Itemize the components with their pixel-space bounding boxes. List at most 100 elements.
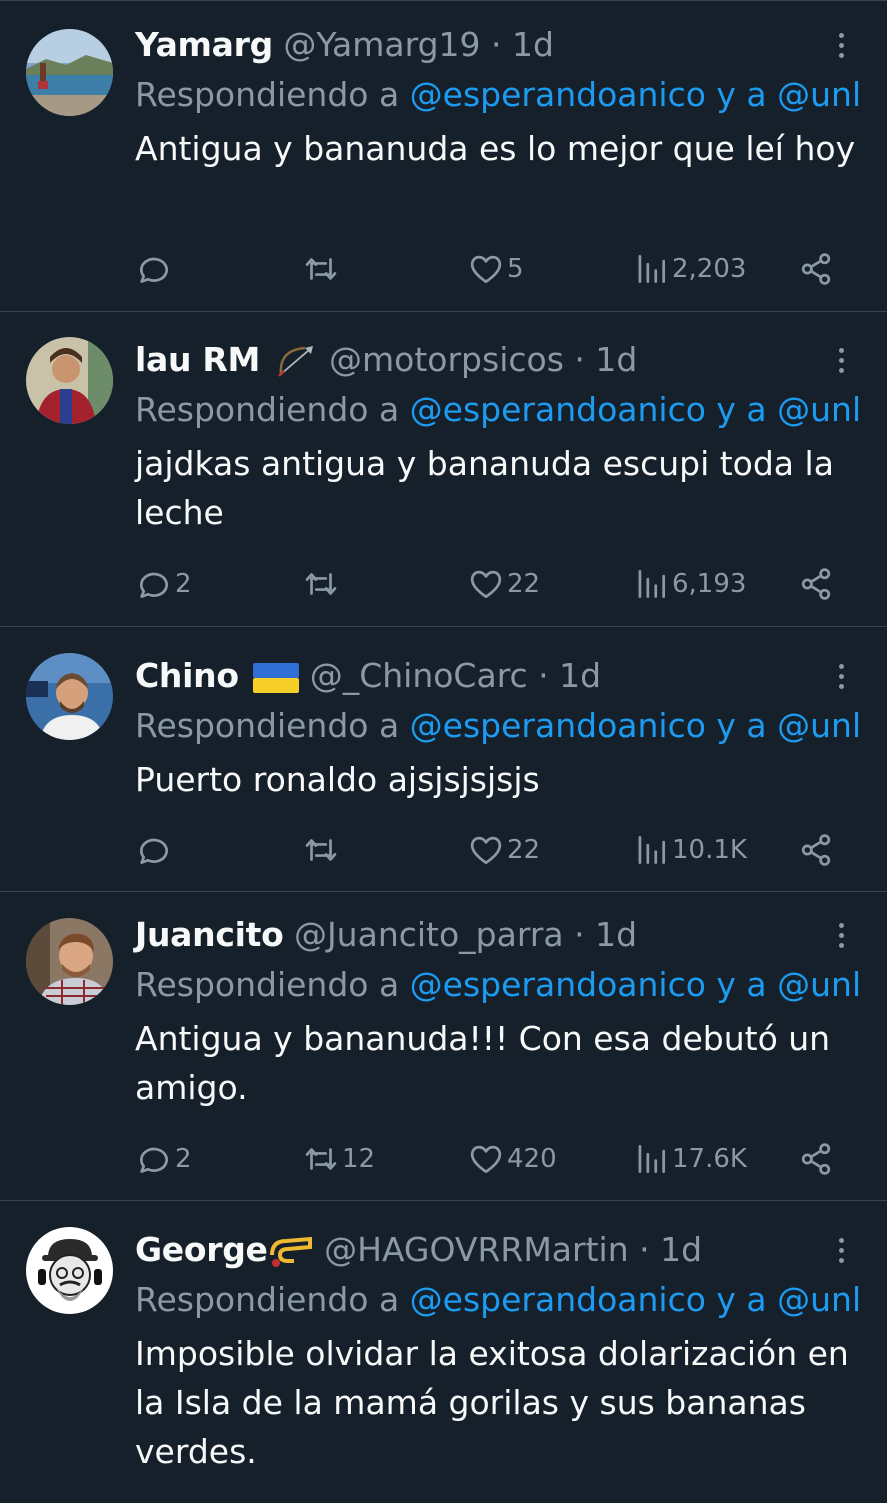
reply-button[interactable]: 2 <box>135 1136 192 1182</box>
views-count: 10.1K <box>672 835 747 865</box>
mention-link[interactable]: @esperandoanico y a @unl <box>410 75 861 114</box>
replying-to-label: Respondiendo a <box>135 390 410 429</box>
tweet-header: George @HAGOVRRMartin · 1d <box>135 1227 887 1273</box>
timestamp[interactable]: 1d <box>595 340 637 379</box>
tweet[interactable]: Juancito @Juancito_parra · 1d Respondien… <box>0 892 887 1201</box>
timestamp[interactable]: 1d <box>595 915 637 954</box>
share-button[interactable] <box>797 827 835 873</box>
user-handle[interactable]: @_ChinoCarc <box>310 656 528 695</box>
reply-icon <box>139 1147 169 1174</box>
user-handle[interactable]: @motorpsicos <box>329 340 564 379</box>
share-button[interactable] <box>797 561 835 607</box>
retweet-icon <box>305 1148 337 1170</box>
avatar[interactable] <box>26 337 113 424</box>
timestamp[interactable]: 1d <box>559 656 601 695</box>
mention-link[interactable]: @esperandoanico y a @unl <box>410 390 861 429</box>
tweet-header: Yamarg @Yamarg19 · 1d <box>135 22 887 68</box>
postal-horn-icon <box>269 1236 312 1267</box>
user-handle[interactable]: @HAGOVRRMartin <box>324 1230 629 1269</box>
mention-link[interactable]: @esperandoanico y a @unl <box>410 706 861 745</box>
display-name[interactable]: George <box>135 1230 268 1269</box>
timestamp[interactable]: 1d <box>512 25 554 64</box>
avatar[interactable] <box>26 918 113 1005</box>
more-icon[interactable] <box>835 337 847 383</box>
tweet[interactable]: lau RM @motorpsicos · 1d Respondiendo a … <box>0 312 887 627</box>
reply-count: 2 <box>175 569 192 599</box>
share-icon <box>801 1143 831 1175</box>
reply-icon <box>139 572 169 599</box>
retweet-button[interactable]: 12 <box>302 1136 375 1182</box>
views-button[interactable]: 2,203 <box>632 246 746 292</box>
views-button[interactable]: 17.6K <box>632 1136 747 1182</box>
like-button[interactable]: 22 <box>467 827 540 873</box>
reply-timeline: Yamarg @Yamarg19 · 1d Respondiendo a @es… <box>0 0 887 1503</box>
separator-dot: · <box>480 25 513 64</box>
views-button[interactable]: 10.1K <box>632 827 747 873</box>
reply-button[interactable]: 2 <box>135 561 192 607</box>
separator-dot: · <box>563 340 596 379</box>
replying-to-label: Respondiendo a <box>135 75 410 114</box>
replying-to: Respondiendo a @esperandoanico y a @unl <box>135 1273 887 1327</box>
like-count: 22 <box>507 835 541 865</box>
tweet[interactable]: George @HAGOVRRMartin · 1d Respondiendo … <box>0 1201 887 1503</box>
views-button[interactable]: 6,193 <box>632 561 746 607</box>
like-count: 420 <box>507 1144 557 1174</box>
display-name[interactable]: Juancito <box>135 915 284 954</box>
heart-icon <box>470 1145 502 1174</box>
tweet[interactable]: Yamarg @Yamarg19 · 1d Respondiendo a @es… <box>0 0 887 312</box>
like-count: 5 <box>507 254 524 284</box>
heart-icon <box>470 570 502 599</box>
retweet-button[interactable] <box>302 561 342 607</box>
more-icon[interactable] <box>835 22 847 68</box>
like-button[interactable]: 420 <box>467 1136 557 1182</box>
more-icon[interactable] <box>835 1227 847 1273</box>
more-icon[interactable] <box>835 912 847 958</box>
mention-link[interactable]: @esperandoanico y a @unl <box>410 965 861 1004</box>
like-count: 22 <box>507 569 541 599</box>
mention-link[interactable]: @esperandoanico y a @unl <box>410 1280 861 1319</box>
reply-button[interactable] <box>135 827 175 873</box>
replying-to: Respondiendo a @esperandoanico y a @unl <box>135 699 887 753</box>
views-icon <box>638 1144 666 1174</box>
retweet-icon <box>305 573 337 595</box>
more-icon[interactable] <box>835 653 847 699</box>
like-button[interactable]: 5 <box>467 246 524 292</box>
tweet-header: Chino @_ChinoCarc · 1d <box>135 653 887 699</box>
tweet-header: lau RM @motorpsicos · 1d <box>135 337 887 383</box>
avatar[interactable] <box>26 1227 113 1314</box>
display-name[interactable]: lau RM <box>135 340 260 379</box>
tweet-header: Juancito @Juancito_parra · 1d <box>135 912 887 958</box>
share-icon <box>801 568 831 600</box>
separator-dot: · <box>563 915 596 954</box>
display-name[interactable]: Yamarg <box>135 25 273 64</box>
user-handle[interactable]: @Yamarg19 <box>283 25 480 64</box>
reply-button[interactable] <box>135 246 175 292</box>
action-bar: 2 22 6,193 <box>135 561 887 607</box>
replying-to-label: Respondiendo a <box>135 965 410 1004</box>
ukraine-flag-icon <box>253 662 300 693</box>
separator-dot: · <box>628 1230 661 1269</box>
reply-count: 2 <box>175 1144 192 1174</box>
retweet-button[interactable] <box>302 827 342 873</box>
retweet-button[interactable] <box>302 246 342 292</box>
tweet-text: Puerto ronaldo ajsjsjsjsjs <box>135 760 540 799</box>
replying-to: Respondiendo a @esperandoanico y a @unl <box>135 68 887 122</box>
retweet-icon <box>305 258 337 280</box>
views-count: 17.6K <box>672 1144 747 1174</box>
like-button[interactable]: 22 <box>467 561 540 607</box>
share-button[interactable] <box>797 246 835 292</box>
tweet[interactable]: Chino @_ChinoCarc · 1d Respondiendo a @e… <box>0 627 887 892</box>
reply-icon <box>139 838 169 865</box>
user-handle[interactable]: @Juancito_parra <box>294 915 564 954</box>
tweet-text: Imposible olvidar la exitosa dolarizació… <box>135 1334 849 1471</box>
action-bar: 5 2,203 <box>135 246 887 292</box>
replying-to-label: Respondiendo a <box>135 706 410 745</box>
reply-icon <box>139 257 169 284</box>
avatar[interactable] <box>26 653 113 740</box>
retweet-icon <box>305 839 337 861</box>
timestamp[interactable]: 1d <box>660 1230 702 1269</box>
avatar[interactable] <box>26 29 113 116</box>
action-bar: 2 12 420 17.6K <box>135 1136 887 1182</box>
share-button[interactable] <box>797 1136 835 1182</box>
display-name[interactable]: Chino <box>135 656 239 695</box>
